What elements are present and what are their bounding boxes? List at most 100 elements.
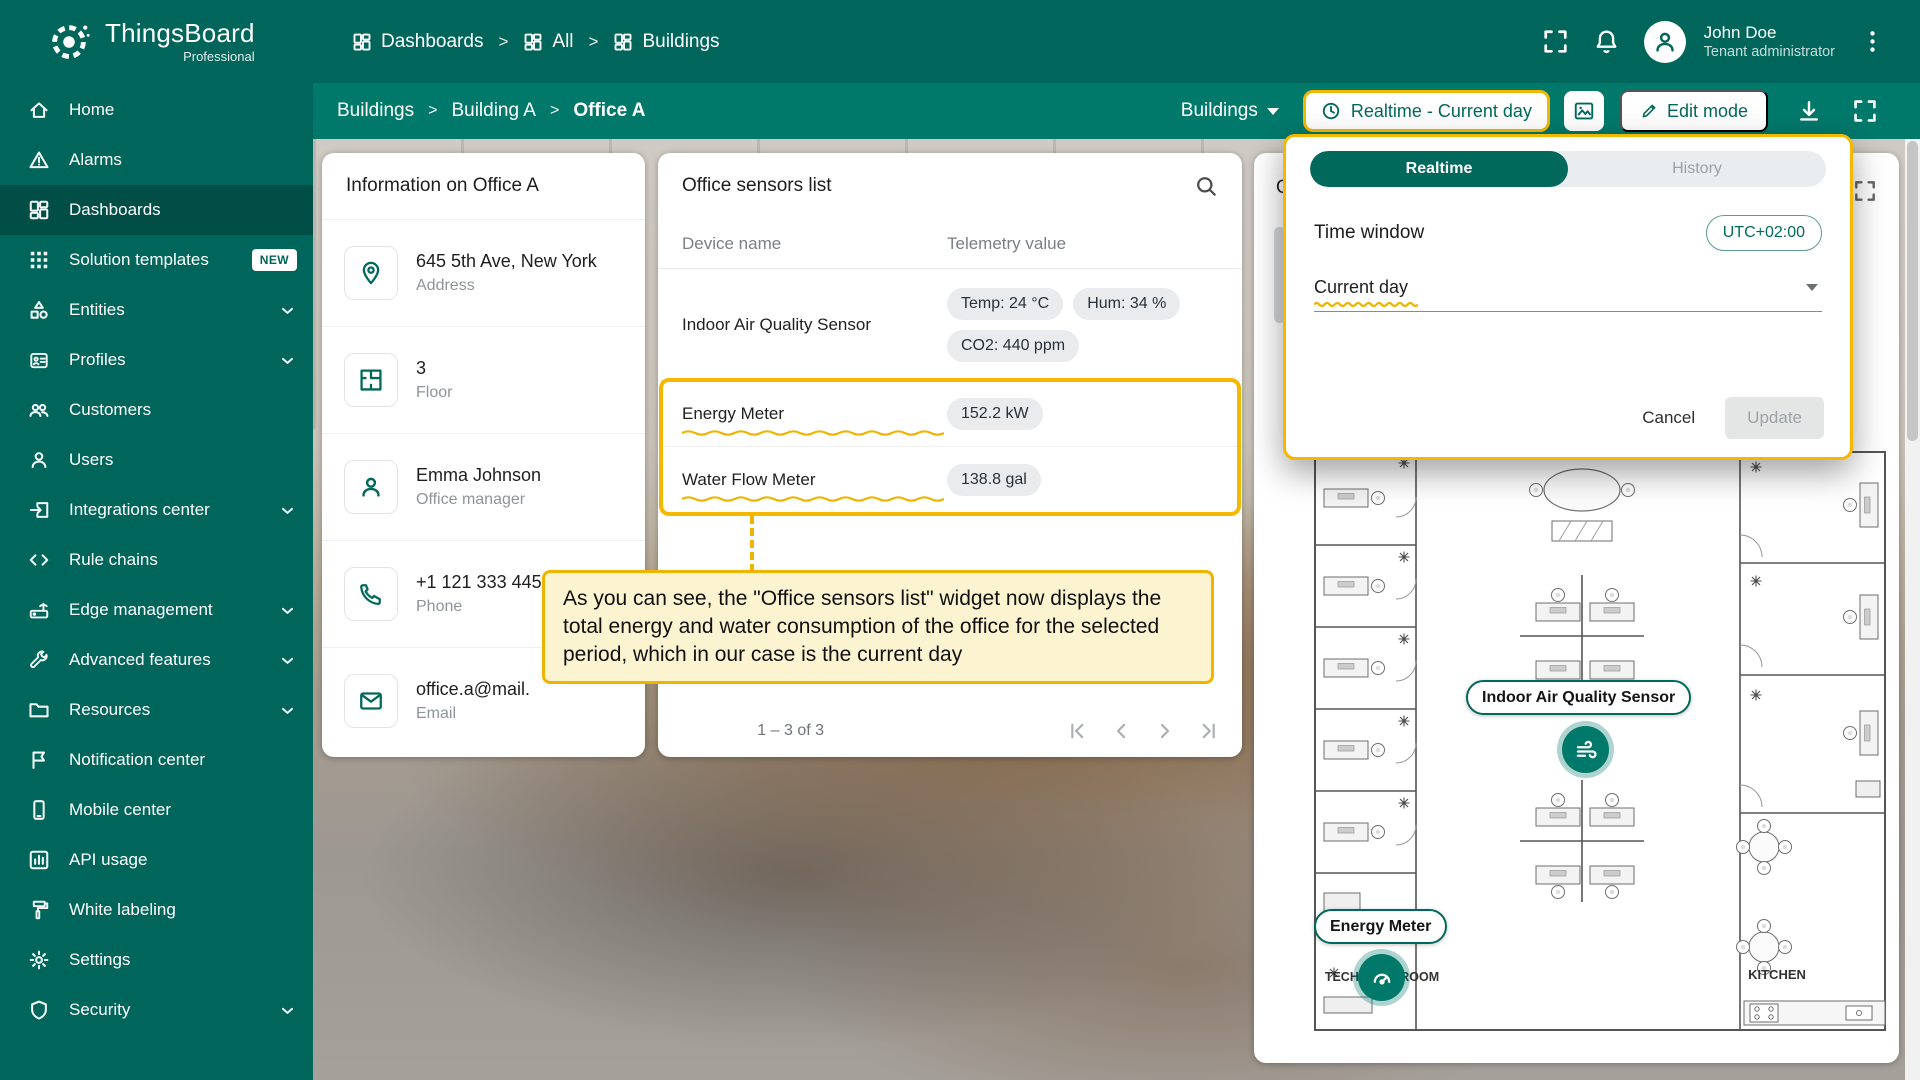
device-name: Energy Meter xyxy=(682,404,947,424)
entities-icon xyxy=(28,299,50,321)
info-label: Phone xyxy=(416,598,552,616)
breadcrumb-buildings[interactable]: Buildings xyxy=(613,31,719,53)
sidebar-item-label: Notification center xyxy=(69,750,205,770)
widget-fullscreen-icon[interactable] xyxy=(1853,179,1877,203)
sidebar-item-advanced-features[interactable]: Advanced features xyxy=(0,635,313,685)
topbar-actions: John Doe Tenant administrator xyxy=(1542,21,1920,63)
sidebar-item-security[interactable]: Security xyxy=(0,985,313,1035)
first-page-icon[interactable] xyxy=(1066,720,1088,742)
page-scrollbar[interactable] xyxy=(1905,139,1920,1080)
sidebar-item-notification-center[interactable]: Notification center xyxy=(0,735,313,785)
gauge-icon xyxy=(1370,966,1394,990)
table-pagination: 1 – 3 of 3 xyxy=(658,705,1242,757)
annotation-callout: As you can see, the "Office sensors list… xyxy=(542,570,1214,684)
dashboards-icon xyxy=(352,32,372,52)
sidebar-item-solution-templates[interactable]: Solution templatesNEW xyxy=(0,235,313,285)
user-info[interactable]: John Doe Tenant administrator xyxy=(1704,22,1835,61)
sidebar-item-alarms[interactable]: Alarms xyxy=(0,135,313,185)
fullscreen-icon[interactable] xyxy=(1542,28,1569,55)
tab-realtime[interactable]: Realtime xyxy=(1310,151,1568,187)
update-button[interactable]: Update xyxy=(1725,397,1824,439)
interval-select[interactable]: Current day xyxy=(1314,277,1822,312)
dashboard-state-select[interactable]: Buildings xyxy=(1181,100,1279,122)
sidebar-item-settings[interactable]: Settings xyxy=(0,935,313,985)
telemetry-chip: Hum: 34 % xyxy=(1073,288,1180,320)
sidebar-item-label: Integrations center xyxy=(69,500,210,520)
person-icon xyxy=(28,449,50,471)
sidebar-item-label: Profiles xyxy=(69,350,126,370)
sidebar-item-api-usage[interactable]: API usage xyxy=(0,835,313,885)
state-select-value: Buildings xyxy=(1181,100,1258,122)
edit-mode-button[interactable]: Edit mode xyxy=(1620,90,1768,132)
time-window-label: Time window xyxy=(1314,222,1424,244)
sidebar-item-label: Users xyxy=(69,450,113,470)
search-icon[interactable] xyxy=(1194,174,1218,198)
table-row[interactable]: Water Flow Meter 138.8 gal xyxy=(658,447,1242,513)
thingsboard-dashboard-screen: ThingsBoard Professional Dashboards > Al… xyxy=(0,0,1920,1080)
table-row[interactable]: Indoor Air Quality Sensor Temp: 24 °C Hu… xyxy=(658,269,1242,381)
last-page-icon[interactable] xyxy=(1198,720,1220,742)
breadcrumb-building-a[interactable]: Building A xyxy=(451,100,536,122)
timewindow-tabs: Realtime History xyxy=(1310,151,1826,187)
table-row[interactable]: Energy Meter 152.2 kW xyxy=(658,381,1242,447)
sidebar-item-white-labeling[interactable]: White labeling xyxy=(0,885,313,935)
chevron-down-icon xyxy=(278,1001,297,1020)
timezone-badge[interactable]: UTC+02:00 xyxy=(1706,215,1822,251)
sidebar-item-mobile-center[interactable]: Mobile center xyxy=(0,785,313,835)
top-breadcrumb: Dashboards > All > Buildings xyxy=(352,31,720,53)
energy-meter-marker[interactable] xyxy=(1358,954,1405,1001)
sidebar-item-label: Advanced features xyxy=(69,650,211,670)
router-icon xyxy=(28,599,50,621)
sidebar-item-edge-management[interactable]: Edge management xyxy=(0,585,313,635)
info-row-address: 645 5th Ave, New YorkAddress xyxy=(322,219,645,326)
sidebar-item-label: Home xyxy=(69,100,114,120)
cancel-button[interactable]: Cancel xyxy=(1642,408,1695,428)
sidebar-item-rule-chains[interactable]: Rule chains xyxy=(0,535,313,585)
notifications-bell-icon[interactable] xyxy=(1593,28,1620,55)
breadcrumb-dashboards[interactable]: Dashboards xyxy=(352,31,483,53)
image-gallery-button[interactable] xyxy=(1564,91,1604,131)
info-value: 645 5th Ave, New York xyxy=(416,251,597,272)
sidebar-item-home[interactable]: Home xyxy=(0,85,313,135)
telemetry-chip: Temp: 24 °C xyxy=(947,288,1063,320)
timewindow-button[interactable]: Realtime - Current day xyxy=(1303,90,1550,132)
sidebar-item-resources[interactable]: Resources xyxy=(0,685,313,735)
info-label: Office manager xyxy=(416,491,541,509)
sidebar-item-dashboards[interactable]: Dashboards xyxy=(0,185,313,235)
sidebar-item-label: Security xyxy=(69,1000,130,1020)
brand-name: ThingsBoard xyxy=(105,20,255,46)
info-row-manager: Emma Johnson Office manager xyxy=(322,433,645,540)
user-avatar[interactable] xyxy=(1644,21,1686,63)
home-icon xyxy=(28,99,50,121)
breadcrumb-all[interactable]: All xyxy=(523,31,573,53)
shield-icon xyxy=(28,999,50,1021)
brand-logo[interactable]: ThingsBoard Professional xyxy=(0,19,352,65)
download-icon[interactable] xyxy=(1796,98,1822,124)
previous-page-icon[interactable] xyxy=(1110,720,1132,742)
sidebar-item-integrations-center[interactable]: Integrations center xyxy=(0,485,313,535)
info-value: Emma Johnson xyxy=(416,465,541,486)
sidebar-item-label: Edge management xyxy=(69,600,213,620)
sidebar-item-customers[interactable]: Customers xyxy=(0,385,313,435)
kebab-menu-icon[interactable] xyxy=(1859,28,1886,55)
air-quality-sensor-marker[interactable] xyxy=(1562,726,1609,773)
chevron-down-icon xyxy=(278,351,297,370)
scrollbar-thumb[interactable] xyxy=(1907,141,1918,441)
breadcrumb-separator: > xyxy=(428,102,437,120)
chevron-down-icon xyxy=(278,701,297,720)
sidebar-item-label: Mobile center xyxy=(69,800,171,820)
next-page-icon[interactable] xyxy=(1154,720,1176,742)
fullscreen-icon[interactable] xyxy=(1852,98,1878,124)
breadcrumb-buildings[interactable]: Buildings xyxy=(337,100,414,122)
sidebar-item-profiles[interactable]: Profiles xyxy=(0,335,313,385)
timewindow-popup: Realtime History Time window UTC+02:00 C… xyxy=(1283,134,1853,460)
user-name: John Doe xyxy=(1704,22,1835,43)
marker-label-indoor-air-quality-sensor[interactable]: Indoor Air Quality Sensor xyxy=(1466,680,1691,715)
tab-history[interactable]: History xyxy=(1568,151,1826,187)
table-header: Device name Telemetry value xyxy=(658,219,1242,269)
marker-label-energy-meter[interactable]: Energy Meter xyxy=(1314,909,1447,944)
sidebar-item-entities[interactable]: Entities xyxy=(0,285,313,335)
telemetry-chips: 138.8 gal xyxy=(947,464,1218,496)
telemetry-chips: 152.2 kW xyxy=(947,398,1218,430)
sidebar-item-users[interactable]: Users xyxy=(0,435,313,485)
